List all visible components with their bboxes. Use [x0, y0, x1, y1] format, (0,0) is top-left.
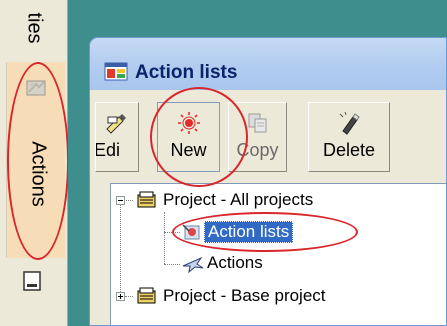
new-button-label: New	[170, 140, 207, 160]
tab-properties-label: ties	[23, 12, 46, 44]
tree-expander-expand[interactable]	[116, 292, 125, 301]
project-folder-icon	[137, 191, 156, 208]
tab-document[interactable]	[6, 262, 64, 302]
tree-connector	[125, 296, 133, 298]
action-lists-window-icon	[104, 62, 128, 81]
document-icon	[23, 271, 41, 291]
tree-node-label[interactable]: Project - Base project	[163, 286, 326, 306]
delete-button-label: Delete	[322, 140, 376, 160]
copy-icon	[248, 113, 266, 133]
copy-button-label: Copy	[236, 140, 279, 160]
copy-button[interactable]: Copy	[228, 102, 287, 172]
tab-actions-label: Actions	[27, 141, 50, 207]
edit-button[interactable]: Edi	[95, 102, 139, 172]
tab-actions[interactable]: Actions	[6, 62, 65, 258]
new-sparkle-icon	[177, 112, 200, 134]
actions-plane-icon	[182, 256, 204, 274]
edit-button-label: Edi	[95, 140, 121, 160]
tree-node-label[interactable]: Project - All projects	[163, 190, 313, 210]
actions-icon	[26, 80, 46, 96]
tree-node-label[interactable]: Actions	[207, 253, 263, 273]
tree-connector	[120, 204, 122, 296]
action-lists-window: Action lists Edi New Copy Delete Project…	[89, 37, 447, 326]
new-button[interactable]: New	[157, 102, 220, 172]
tree-connector	[164, 264, 180, 266]
toolbar: Edi New Copy Delete	[90, 90, 446, 180]
side-tab-strip: ties Actions	[0, 0, 68, 326]
action-lists-icon	[182, 224, 200, 240]
tree-expander-collapse[interactable]	[116, 196, 125, 205]
action-tree: Project - All projects Action lists Acti…	[110, 183, 446, 325]
project-folder-icon	[137, 287, 156, 304]
edit-icon	[106, 114, 126, 134]
delete-eraser-icon	[339, 111, 360, 135]
tree-node-label-selected[interactable]: Action lists	[204, 221, 294, 243]
tree-connector	[164, 232, 180, 234]
window-title: Action lists	[135, 62, 238, 83]
delete-button[interactable]: Delete	[308, 102, 390, 172]
window-titlebar[interactable]: Action lists	[90, 38, 446, 90]
tree-connector	[164, 212, 166, 264]
tab-properties[interactable]: ties	[0, 0, 68, 62]
